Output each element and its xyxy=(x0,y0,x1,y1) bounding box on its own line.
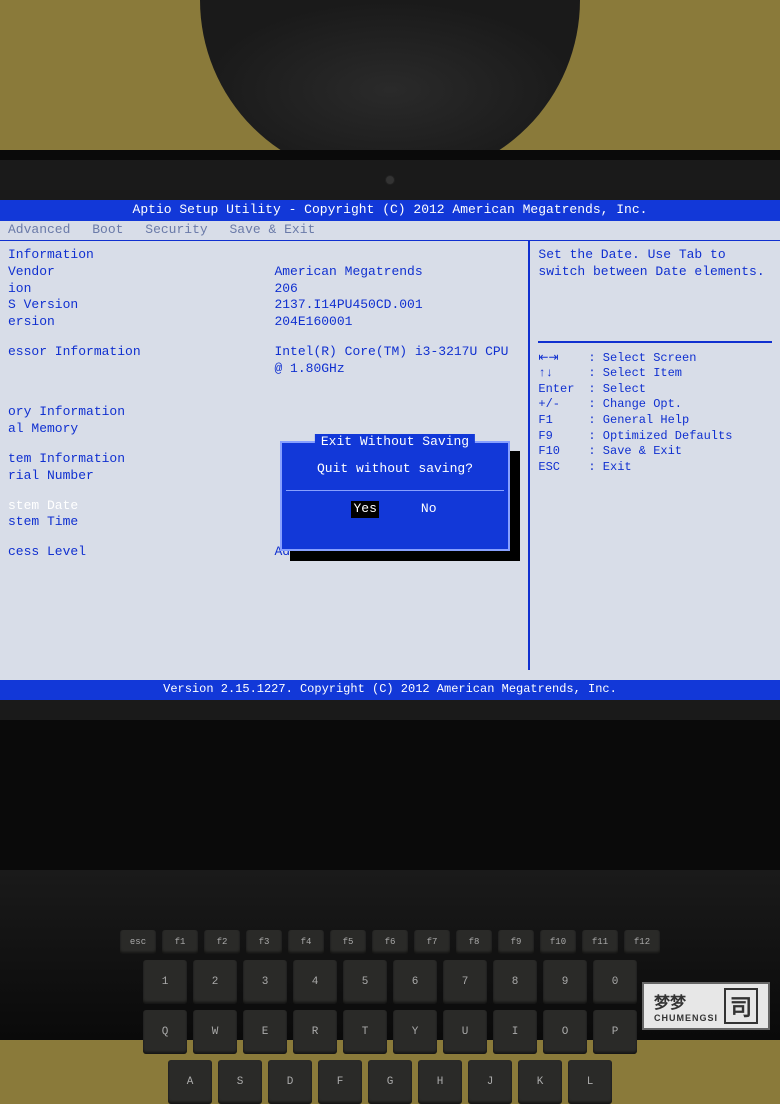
screen-bezel: Aptio Setup Utility - Copyright (C) 2012… xyxy=(0,160,780,720)
key-j[interactable]: J xyxy=(468,1060,512,1104)
key-k[interactable]: K xyxy=(518,1060,562,1104)
help-panel: Set the Date. Use Tab to switch between … xyxy=(530,241,780,670)
info-header: Information xyxy=(0,247,528,264)
info-sversion: S Version 2137.I14PU450CD.001 xyxy=(0,297,528,314)
key-g[interactable]: G xyxy=(368,1060,412,1104)
webcam xyxy=(385,175,395,185)
key-f2[interactable]: f2 xyxy=(204,930,240,954)
key-8[interactable]: 8 xyxy=(493,960,537,1004)
help-text: Set the Date. Use Tab to switch between … xyxy=(538,247,772,281)
key-f12[interactable]: f12 xyxy=(624,930,660,954)
help-row: F9: Optimized Defaults xyxy=(538,429,772,445)
key-4[interactable]: 4 xyxy=(293,960,337,1004)
watermark-icon: 司 xyxy=(724,988,758,1024)
bios-menu-bar[interactable]: Advanced Boot Security Save & Exit xyxy=(0,221,780,240)
laptop-frame: Aptio Setup Utility - Copyright (C) 2012… xyxy=(0,150,780,1040)
key-i[interactable]: I xyxy=(493,1010,537,1054)
key-6[interactable]: 6 xyxy=(393,960,437,1004)
keyboard-fn-row: esc f1 f2 f3 f4 f5 f6 f7 f8 f9 f10 f11 f… xyxy=(20,930,760,954)
help-row: F1: General Help xyxy=(538,413,772,429)
key-esc[interactable]: esc xyxy=(120,930,156,954)
key-0[interactable]: 0 xyxy=(593,960,637,1004)
key-q[interactable]: Q xyxy=(143,1010,187,1054)
key-f[interactable]: F xyxy=(318,1060,362,1104)
help-row: Enter: Select xyxy=(538,382,772,398)
key-f6[interactable]: f6 xyxy=(372,930,408,954)
help-row: +/-: Change Opt. xyxy=(538,397,772,413)
exit-dialog: Exit Without Saving Quit without saving?… xyxy=(280,441,510,551)
help-row: F10: Save & Exit xyxy=(538,444,772,460)
dialog-title: Exit Without Saving xyxy=(315,434,475,451)
key-f1[interactable]: f1 xyxy=(162,930,198,954)
watermark-sub: CHUMENGSI xyxy=(654,1013,718,1023)
bios-screen: Aptio Setup Utility - Copyright (C) 2012… xyxy=(0,200,780,700)
menu-security[interactable]: Security xyxy=(145,222,207,237)
key-f7[interactable]: f7 xyxy=(414,930,450,954)
key-f3[interactable]: f3 xyxy=(246,930,282,954)
key-f8[interactable]: f8 xyxy=(456,930,492,954)
info-version: ion 206 xyxy=(0,281,528,298)
key-y[interactable]: Y xyxy=(393,1010,437,1054)
key-t[interactable]: T xyxy=(343,1010,387,1054)
bios-footer: Version 2.15.1227. Copyright (C) 2012 Am… xyxy=(0,680,780,700)
key-7[interactable]: 7 xyxy=(443,960,487,1004)
key-f5[interactable]: f5 xyxy=(330,930,366,954)
key-s[interactable]: S xyxy=(218,1060,262,1104)
key-9[interactable]: 9 xyxy=(543,960,587,1004)
help-row: ↑↓: Select Item xyxy=(538,366,772,382)
key-f10[interactable]: f10 xyxy=(540,930,576,954)
help-keys: ⇤⇥: Select Screen ↑↓: Select Item Enter:… xyxy=(538,351,772,476)
bios-title: Aptio Setup Utility - Copyright (C) 2012… xyxy=(133,202,648,217)
key-p[interactable]: P xyxy=(593,1010,637,1054)
menu-save-exit[interactable]: Save & Exit xyxy=(230,222,316,237)
processor-header: essor Information Intel(R) Core(TM) i3-3… xyxy=(0,344,528,378)
menu-boot[interactable]: Boot xyxy=(92,222,123,237)
key-d[interactable]: D xyxy=(268,1060,312,1104)
menu-advanced[interactable]: Advanced xyxy=(8,222,70,237)
key-r[interactable]: R xyxy=(293,1010,337,1054)
watermark-main: 梦梦 xyxy=(654,995,686,1012)
bios-title-bar: Aptio Setup Utility - Copyright (C) 2012… xyxy=(0,200,780,221)
key-f11[interactable]: f11 xyxy=(582,930,618,954)
help-row: ⇤⇥: Select Screen xyxy=(538,351,772,367)
memory-header: ory Information xyxy=(0,404,528,421)
key-5[interactable]: 5 xyxy=(343,960,387,1004)
key-l[interactable]: L xyxy=(568,1060,612,1104)
key-u[interactable]: U xyxy=(443,1010,487,1054)
key-1[interactable]: 1 xyxy=(143,960,187,1004)
dialog-buttons: Yes No xyxy=(282,491,508,528)
info-ecversion: ersion 204E160001 xyxy=(0,314,528,331)
key-3[interactable]: 3 xyxy=(243,960,287,1004)
left-panel: Information Vendor American Megatrends i… xyxy=(0,241,530,670)
key-e[interactable]: E xyxy=(243,1010,287,1054)
info-vendor: Vendor American Megatrends xyxy=(0,264,528,281)
key-2[interactable]: 2 xyxy=(193,960,237,1004)
key-f4[interactable]: f4 xyxy=(288,930,324,954)
keyboard-asdf-row: A S D F G H J K L xyxy=(20,1060,760,1104)
key-a[interactable]: A xyxy=(168,1060,212,1104)
key-f9[interactable]: f9 xyxy=(498,930,534,954)
dialog-no-button[interactable]: No xyxy=(419,501,439,518)
help-divider xyxy=(538,341,772,343)
dialog-yes-button[interactable]: Yes xyxy=(351,501,378,518)
watermark: 梦梦 CHUMENGSI 司 xyxy=(642,982,770,1030)
key-h[interactable]: H xyxy=(418,1060,462,1104)
help-row: ESC: Exit xyxy=(538,460,772,476)
key-w[interactable]: W xyxy=(193,1010,237,1054)
key-o[interactable]: O xyxy=(543,1010,587,1054)
bios-body: Information Vendor American Megatrends i… xyxy=(0,240,780,670)
